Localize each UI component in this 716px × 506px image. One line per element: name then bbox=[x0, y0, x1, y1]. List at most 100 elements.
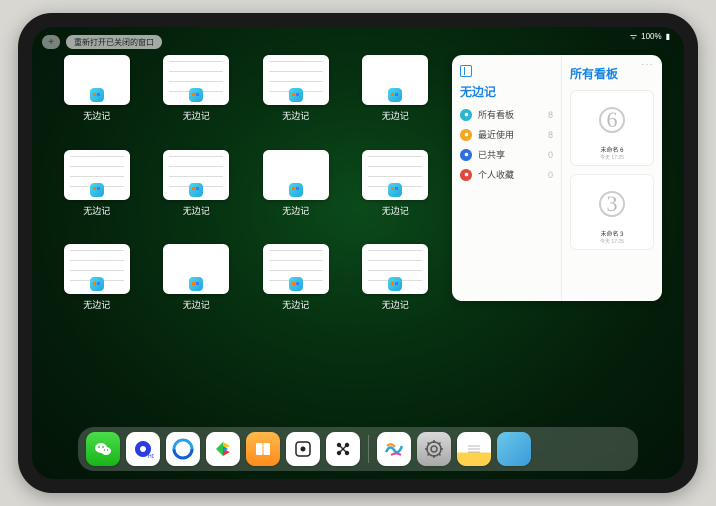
sidebar-item-count: 0 bbox=[548, 170, 553, 180]
window-label: 无边记 bbox=[382, 298, 409, 311]
window-thumb[interactable]: 无边记 bbox=[154, 244, 240, 329]
sidebar-item-label: 个人收藏 bbox=[478, 168, 514, 181]
freeform-icon[interactable] bbox=[377, 432, 411, 466]
window-thumb[interactable]: 无边记 bbox=[54, 55, 140, 140]
window-preview[interactable] bbox=[362, 55, 428, 105]
sidebar-toggle-icon[interactable] bbox=[460, 65, 472, 77]
freeform-app-icon bbox=[388, 183, 402, 197]
window-label: 无边记 bbox=[83, 204, 110, 217]
sidebar-item-count: 8 bbox=[548, 130, 553, 140]
sidebar-item-count: 0 bbox=[548, 150, 553, 160]
sidebar-item[interactable]: 个人收藏 0 bbox=[460, 168, 553, 181]
sidebar-item-icon bbox=[460, 169, 472, 181]
content-area: 无边记无边记无边记无边记无边记无边记无边记无边记无边记无边记无边记无边记 ···… bbox=[54, 55, 662, 423]
window-grid: 无边记无边记无边记无边记无边记无边记无边记无边记无边记无边记无边记无边记 bbox=[54, 55, 438, 423]
panel-sidebar: 无边记 所有看板 8 最近使用 8 已共享 0 个人收藏 0 bbox=[452, 55, 562, 301]
sidebar-item-icon bbox=[460, 109, 472, 121]
freeform-app-icon bbox=[90, 88, 104, 102]
window-preview[interactable] bbox=[263, 150, 329, 200]
freeform-app-icon bbox=[289, 277, 303, 291]
window-preview[interactable] bbox=[163, 55, 229, 105]
window-thumb[interactable]: 无边记 bbox=[353, 244, 439, 329]
freeform-app-icon bbox=[289, 88, 303, 102]
window-preview[interactable] bbox=[64, 150, 130, 200]
panel-title: 无边记 bbox=[460, 83, 553, 100]
svg-text:HD: HD bbox=[148, 454, 154, 460]
window-thumb[interactable]: 无边记 bbox=[253, 244, 339, 329]
screen: ᯤ 100% ▮ + 重新打开已关闭的窗口 无边记无边记无边记无边记无边记无边记… bbox=[32, 27, 684, 479]
window-preview[interactable] bbox=[163, 150, 229, 200]
freeform-app-icon bbox=[289, 183, 303, 197]
window-thumb[interactable]: 无边记 bbox=[253, 150, 339, 235]
new-window-button[interactable]: + bbox=[42, 35, 60, 49]
app-library-icon[interactable] bbox=[497, 432, 531, 466]
window-preview[interactable] bbox=[263, 55, 329, 105]
battery-icon: ▮ bbox=[666, 32, 670, 41]
freeform-app-icon bbox=[189, 277, 203, 291]
freeform-app-icon bbox=[189, 183, 203, 197]
window-thumb[interactable]: 无边记 bbox=[253, 55, 339, 140]
freeform-panel[interactable]: ··· 无边记 所有看板 8 最近使用 8 已共享 0 个人收藏 0 所有看板 6未命名 6今… bbox=[452, 55, 662, 301]
window-thumb[interactable]: 无边记 bbox=[353, 150, 439, 235]
window-label: 无边记 bbox=[282, 204, 309, 217]
window-preview[interactable] bbox=[64, 244, 130, 294]
window-preview[interactable] bbox=[362, 244, 428, 294]
board-card[interactable]: 3未命名 3今天 17:25 bbox=[570, 174, 654, 250]
board-meta: 未命名 6今天 17:25 bbox=[600, 145, 624, 161]
board-sketch: 6 bbox=[598, 95, 626, 145]
window-preview[interactable] bbox=[163, 244, 229, 294]
dock-separator bbox=[368, 435, 369, 463]
board-meta: 未命名 3今天 17:25 bbox=[600, 229, 624, 245]
window-label: 无边记 bbox=[382, 204, 409, 217]
window-label: 无边记 bbox=[83, 109, 110, 122]
quark-icon[interactable]: HD bbox=[126, 432, 160, 466]
window-label: 无边记 bbox=[282, 298, 309, 311]
window-preview[interactable] bbox=[362, 150, 428, 200]
sidebar-item[interactable]: 所有看板 8 bbox=[460, 108, 553, 121]
window-thumb[interactable]: 无边记 bbox=[54, 244, 140, 329]
window-thumb[interactable]: 无边记 bbox=[154, 150, 240, 235]
window-preview[interactable] bbox=[263, 244, 329, 294]
status-bar: ᯤ 100% ▮ bbox=[630, 31, 670, 42]
settings-icon[interactable] bbox=[417, 432, 451, 466]
window-thumb[interactable]: 无边记 bbox=[54, 150, 140, 235]
panel-more-icon[interactable]: ··· bbox=[641, 59, 654, 70]
freeform-app-icon bbox=[90, 277, 104, 291]
window-preview[interactable] bbox=[64, 55, 130, 105]
books-icon[interactable] bbox=[246, 432, 280, 466]
sidebar-item-icon bbox=[460, 149, 472, 161]
window-thumb[interactable]: 无边记 bbox=[154, 55, 240, 140]
wifi-icon: ᯤ bbox=[630, 31, 637, 42]
browser-icon[interactable] bbox=[166, 432, 200, 466]
sidebar-item-label: 已共享 bbox=[478, 148, 505, 161]
sidebar-item[interactable]: 最近使用 8 bbox=[460, 128, 553, 141]
window-label: 无边记 bbox=[183, 109, 210, 122]
dock: HD bbox=[78, 427, 638, 471]
window-label: 无边记 bbox=[382, 109, 409, 122]
window-label: 无边记 bbox=[83, 298, 110, 311]
window-thumb[interactable]: 无边记 bbox=[353, 55, 439, 140]
window-label: 无边记 bbox=[183, 204, 210, 217]
freeform-app-icon bbox=[189, 88, 203, 102]
sidebar-item-label: 最近使用 bbox=[478, 128, 514, 141]
top-controls: + 重新打开已关闭的窗口 bbox=[42, 35, 162, 49]
play-icon[interactable] bbox=[206, 432, 240, 466]
connect-icon[interactable] bbox=[326, 432, 360, 466]
freeform-app-icon bbox=[388, 88, 402, 102]
window-label: 无边记 bbox=[282, 109, 309, 122]
wechat-icon[interactable] bbox=[86, 432, 120, 466]
sidebar-item[interactable]: 已共享 0 bbox=[460, 148, 553, 161]
freeform-app-icon bbox=[90, 183, 104, 197]
board-card[interactable]: 6未命名 6今天 17:25 bbox=[570, 90, 654, 166]
panel-main: 所有看板 6未命名 6今天 17:253未命名 3今天 17:25 bbox=[562, 55, 662, 301]
freeform-app-icon bbox=[388, 277, 402, 291]
ipad-frame: ᯤ 100% ▮ + 重新打开已关闭的窗口 无边记无边记无边记无边记无边记无边记… bbox=[18, 13, 698, 493]
notes-icon[interactable] bbox=[457, 432, 491, 466]
reopen-closed-window-button[interactable]: 重新打开已关闭的窗口 bbox=[66, 35, 162, 49]
sidebar-item-count: 8 bbox=[548, 110, 553, 120]
dice-icon[interactable] bbox=[286, 432, 320, 466]
battery-label: 100% bbox=[641, 32, 661, 41]
board-sketch: 3 bbox=[598, 179, 626, 229]
window-label: 无边记 bbox=[183, 298, 210, 311]
sidebar-item-label: 所有看板 bbox=[478, 108, 514, 121]
